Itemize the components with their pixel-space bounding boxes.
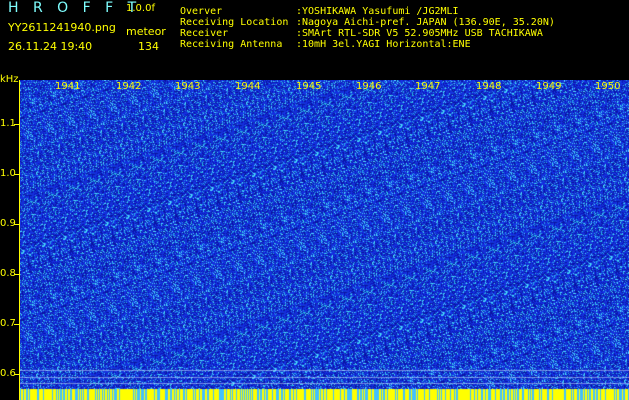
antenna-value: :10mH 3el.YAGI Horizontal:ENE <box>296 39 471 50</box>
y-tick-mark <box>14 124 20 125</box>
location-label: Receiving Location <box>180 17 289 28</box>
station-info: Overver :YOSHIKAWA Yasufumi /JG2MLI Rece… <box>180 6 555 50</box>
x-tick-label: 1950 <box>595 81 621 92</box>
location-value: :Nagoya Aichi-pref. JAPAN (136.90E, 35.2… <box>296 17 555 28</box>
y-tick-mark <box>14 324 20 325</box>
observer-row: Overver :YOSHIKAWA Yasufumi /JG2MLI <box>180 6 555 17</box>
observer-value: :YOSHIKAWA Yasufumi /JG2MLI <box>296 6 459 17</box>
x-tick-label: 1942 <box>116 81 142 92</box>
x-tick-label: 1945 <box>296 81 322 92</box>
x-tick-label: 1947 <box>415 81 441 92</box>
meteor-count: 134 <box>138 40 159 53</box>
observation-datetime: 26.11.24 19:40 <box>8 40 93 53</box>
x-tick-label: 1943 <box>175 81 201 92</box>
y-tick-mark <box>14 174 20 175</box>
receiver-row: Receiver :SMArt RTL-SDR V5 52.905MHz USB… <box>180 28 555 39</box>
receiver-label: Receiver <box>180 28 229 39</box>
spectrogram-window: H R O F F T 1.0.0f YY2611241940.png mete… <box>0 0 629 400</box>
y-tick-mark <box>14 274 20 275</box>
y-tick-mark <box>14 374 20 375</box>
y-tick-mark <box>14 224 20 225</box>
app-version: 1.0.0f <box>126 3 155 14</box>
observer-label: Overver <box>180 6 223 17</box>
observation-mode: meteor <box>126 25 166 38</box>
location-row: Receiving Location :Nagoya Aichi-pref. J… <box>180 17 555 28</box>
x-tick-label: 1944 <box>235 81 261 92</box>
image-filename: YY2611241940.png <box>8 21 116 34</box>
antenna-label: Receiving Antenna <box>180 39 283 50</box>
receiver-value: :SMArt RTL-SDR V5 52.905MHz USB TACHIKAW… <box>296 28 543 39</box>
x-tick-label: 1949 <box>536 81 562 92</box>
antenna-row: Receiving Antenna :10mH 3el.YAGI Horizon… <box>180 39 555 50</box>
x-tick-label: 1941 <box>55 81 81 92</box>
y-axis-unit: kHz <box>0 74 19 85</box>
y-axis-line <box>19 80 20 400</box>
spectrogram-image <box>20 80 629 400</box>
x-tick-label: 1946 <box>356 81 382 92</box>
app-title: H R O F F T <box>8 0 142 16</box>
x-tick-label: 1948 <box>476 81 502 92</box>
